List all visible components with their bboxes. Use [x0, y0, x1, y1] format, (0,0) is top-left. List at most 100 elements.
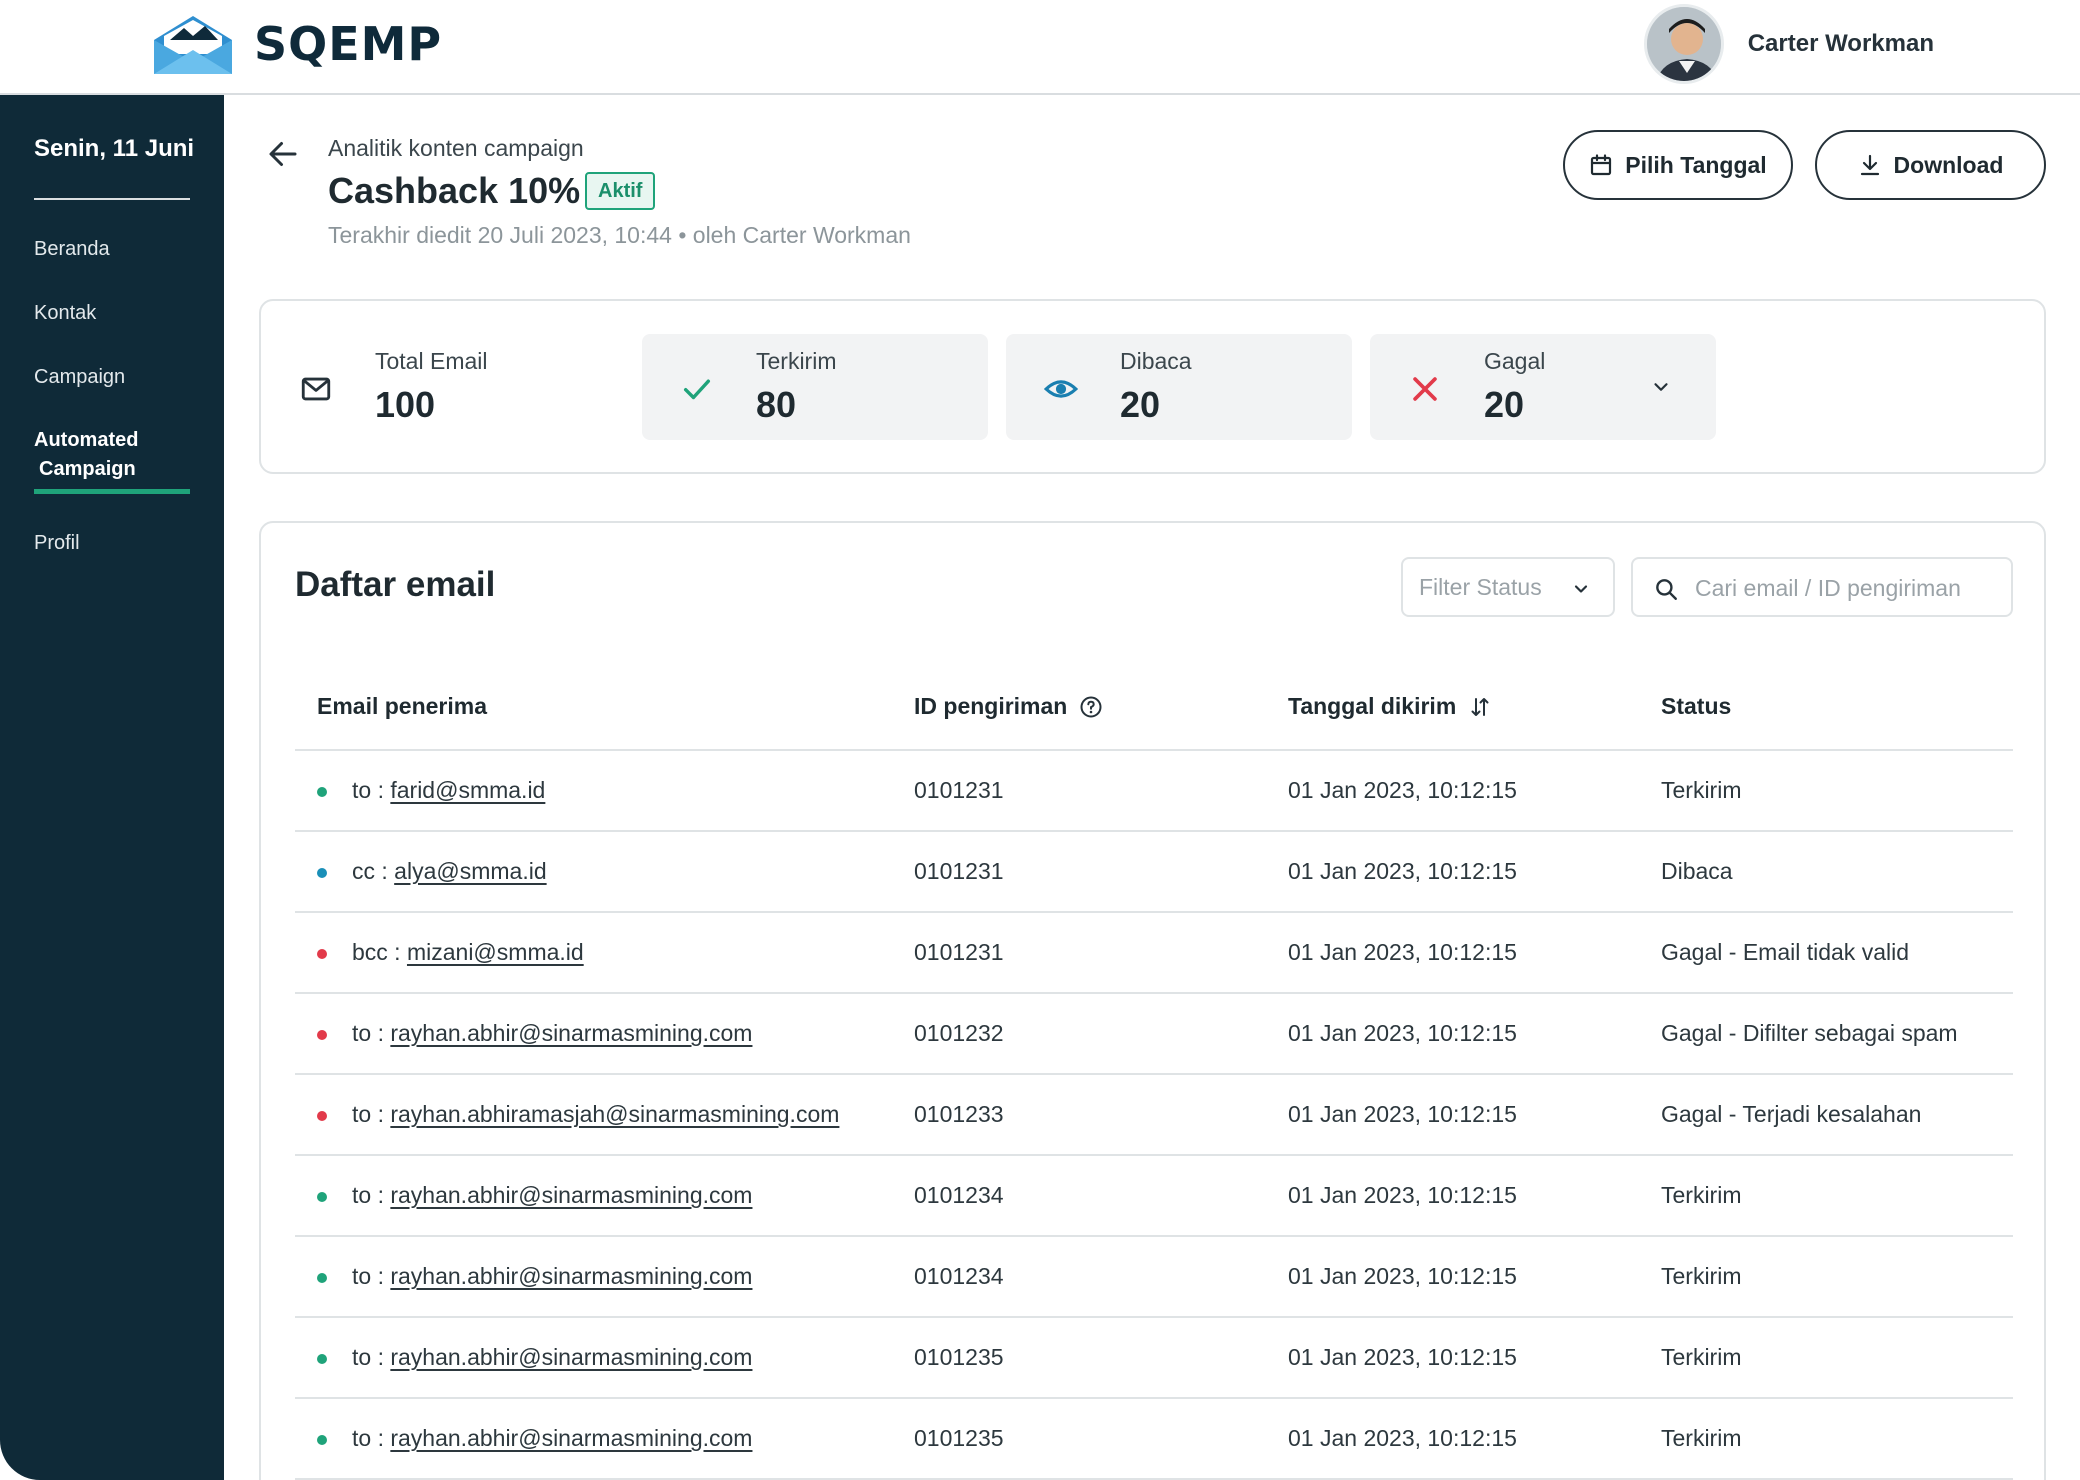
list-title: Daftar email — [295, 565, 496, 604]
sidebar-item-automated-campaign[interactable]: Automated Campaign — [34, 426, 138, 484]
user-photo-icon — [1646, 7, 1721, 81]
recipient-cell: bcc : mizani@smma.id — [352, 939, 584, 966]
avatar[interactable] — [1643, 4, 1724, 84]
delivery-id-cell: 0101231 — [914, 858, 1004, 884]
recipient-email-link[interactable]: rayhan.abhir@sinarmasmining.com — [390, 1263, 752, 1289]
table-row[interactable]: to : rayhan.abhir@sinarmasmining.com 0101… — [295, 1399, 2013, 1480]
sent-date-cell: 01 Jan 2023, 10:12:15 — [1288, 939, 1517, 965]
column-header-date[interactable]: Tanggal dikirim — [1288, 693, 1492, 720]
table-row[interactable]: to : rayhan.abhir@sinarmasmining.com 0101… — [295, 1237, 2013, 1318]
sidebar-item-beranda[interactable]: Beranda — [34, 238, 110, 261]
brand-name: SQEMP — [254, 17, 443, 71]
last-edited-text: Terakhir diedit 20 Juli 2023, 10:44 • ol… — [328, 222, 911, 248]
filter-status-label: Filter Status — [1419, 573, 1542, 600]
recipient-type: to : — [352, 1101, 384, 1127]
brand-logo[interactable]: SQEMP — [150, 10, 442, 78]
delivery-id-cell: 0101231 — [914, 777, 1004, 803]
sort-icon[interactable] — [1468, 695, 1492, 719]
eye-icon — [1044, 380, 1078, 398]
recipient-type: to : — [352, 1344, 384, 1370]
recipient-type: to : — [352, 1425, 384, 1451]
back-arrow-icon[interactable] — [265, 136, 301, 172]
column-header-email: Email penerima — [317, 693, 487, 720]
status-dot — [317, 949, 327, 959]
active-indicator — [34, 489, 190, 494]
stat-value: 100 — [375, 384, 436, 425]
stat-value: 20 — [1120, 384, 1161, 425]
delivery-id-cell: 0101235 — [914, 1425, 1004, 1451]
check-icon — [683, 379, 711, 400]
table-row[interactable]: to : farid@smma.id 0101231 01 Jan 2023, 10… — [295, 751, 2013, 832]
recipient-cell: cc : alya@smma.id — [352, 858, 547, 885]
table-header: Email penerima ID pengiriman Tanggal dik… — [295, 663, 2013, 751]
recipient-cell: to : rayhan.abhir@sinarmasmining.com — [352, 1344, 752, 1371]
download-button[interactable]: Download — [1815, 130, 2046, 200]
sidebar-item-kontak[interactable]: Kontak — [34, 302, 96, 325]
table-row[interactable]: to : rayhan.abhir@sinarmasmining.com 0101… — [295, 994, 2013, 1075]
recipient-email-link[interactable]: rayhan.abhir@sinarmasmining.com — [390, 1182, 752, 1208]
status-cell: Terkirim — [1661, 1182, 1742, 1208]
delivery-id-cell: 0101234 — [914, 1182, 1004, 1208]
delivery-id-cell: 0101231 — [914, 939, 1004, 965]
column-label: Email penerima — [317, 693, 488, 719]
sidebar: Senin, 11 Juni Beranda Kontak Campaign A… — [0, 95, 224, 1480]
download-label: Download — [1893, 151, 2004, 178]
status-cell: Terkirim — [1661, 1344, 1742, 1370]
stat-gagal[interactable]: Gagal 20 — [1370, 334, 1716, 440]
sidebar-item-campaign[interactable]: Campaign — [34, 366, 125, 389]
recipient-email-link[interactable]: rayhan.abhir@sinarmasmining.com — [390, 1425, 752, 1451]
page-title: Cashback 10% — [328, 170, 581, 211]
column-label: Tanggal dikirim — [1288, 693, 1457, 719]
sidebar-item-label: Automated — [34, 429, 139, 451]
table-row[interactable]: to : rayhan.abhiramasjah@sinarmasmining.… — [295, 1075, 2013, 1156]
status-cell: Terkirim — [1661, 777, 1742, 803]
breadcrumb: Analitik konten campaign — [328, 135, 584, 161]
recipient-type: to : — [352, 1182, 384, 1208]
recipient-cell: to : rayhan.abhir@sinarmasmining.com — [352, 1182, 752, 1209]
table-row[interactable]: bcc : mizani@smma.id 0101231 01 Jan 2023, … — [295, 913, 2013, 994]
search-box[interactable] — [1631, 557, 2013, 617]
recipient-email-link[interactable]: mizani@smma.id — [407, 939, 584, 965]
recipient-type: bcc : — [352, 939, 401, 965]
recipient-cell: to : rayhan.abhir@sinarmasmining.com — [352, 1425, 752, 1452]
recipient-email-link[interactable]: rayhan.abhir@sinarmasmining.com — [390, 1020, 752, 1046]
user-menu[interactable]: Carter Workman — [1643, 4, 1934, 84]
pick-date-button[interactable]: Pilih Tanggal — [1563, 130, 1793, 200]
top-bar: SQEMP Carter Workman — [0, 0, 2080, 95]
stat-dibaca[interactable]: Dibaca 20 — [1006, 334, 1352, 440]
stat-value: 20 — [1484, 384, 1525, 425]
stat-value: 80 — [756, 384, 797, 425]
status-dot — [317, 787, 327, 797]
search-input[interactable] — [1695, 569, 1995, 607]
status-cell: Gagal - Email tidak valid — [1661, 939, 1909, 965]
mail-icon — [301, 377, 331, 401]
sent-date-cell: 01 Jan 2023, 10:12:15 — [1288, 1344, 1517, 1370]
column-label: ID pengiriman — [914, 693, 1068, 719]
recipient-email-link[interactable]: rayhan.abhiramasjah@sinarmasmining.com — [390, 1101, 839, 1127]
filter-status-select[interactable]: Filter Status — [1401, 557, 1615, 617]
sidebar-item-profil[interactable]: Profil — [34, 532, 80, 555]
recipient-email-link[interactable]: alya@smma.id — [394, 858, 546, 884]
status-dot — [317, 1192, 327, 1202]
status-cell: Gagal - Difilter sebagai spam — [1661, 1020, 1958, 1046]
search-icon — [1656, 579, 1677, 600]
sent-date-cell: 01 Jan 2023, 10:12:15 — [1288, 1101, 1517, 1127]
help-icon[interactable] — [1079, 695, 1103, 719]
chevron-down-icon[interactable] — [1650, 376, 1672, 398]
recipient-email-link[interactable]: rayhan.abhir@sinarmasmining.com — [390, 1344, 752, 1370]
recipient-cell: to : rayhan.abhir@sinarmasmining.com — [352, 1263, 752, 1290]
sidebar-date: Senin, 11 Juni — [34, 135, 195, 162]
download-icon — [1860, 154, 1879, 176]
table-row[interactable]: to : rayhan.abhir@sinarmasmining.com 0101… — [295, 1318, 2013, 1399]
column-label: Status — [1661, 693, 1732, 719]
stat-terkirim[interactable]: Terkirim 80 — [642, 334, 988, 440]
delivery-id-cell: 0101233 — [914, 1101, 1004, 1127]
recipient-cell: to : rayhan.abhiramasjah@sinarmasmining.… — [352, 1101, 839, 1128]
table-row[interactable]: cc : alya@smma.id 0101231 01 Jan 2023, 10:… — [295, 832, 2013, 913]
sent-date-cell: 01 Jan 2023, 10:12:15 — [1288, 1020, 1517, 1046]
sent-date-cell: 01 Jan 2023, 10:12:15 — [1288, 1263, 1517, 1289]
stats-card: Total Email 100 Terkirim 80 Dibaca 20 Ga… — [259, 299, 2046, 474]
recipient-email-link[interactable]: farid@smma.id — [390, 777, 545, 803]
table-row[interactable]: to : rayhan.abhir@sinarmasmining.com 0101… — [295, 1156, 2013, 1237]
sent-date-cell: 01 Jan 2023, 10:12:15 — [1288, 1182, 1517, 1208]
